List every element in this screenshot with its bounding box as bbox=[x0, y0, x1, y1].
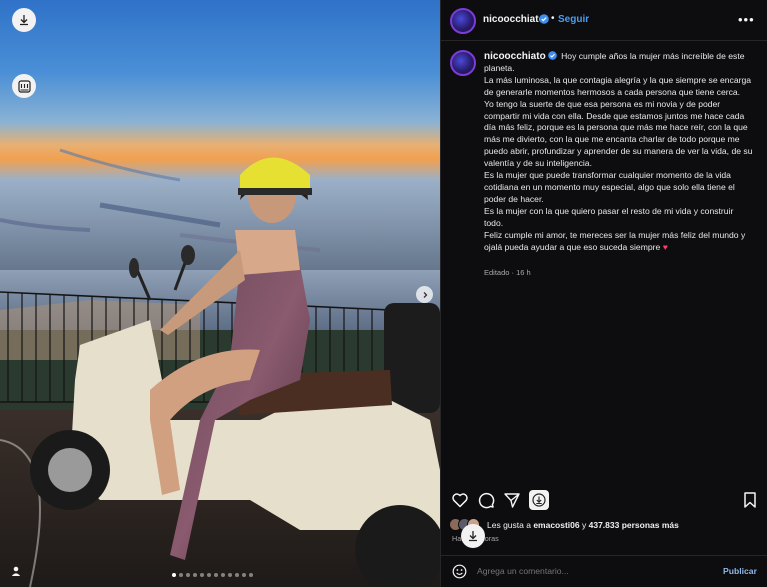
user-tag-icon[interactable] bbox=[10, 565, 22, 577]
carousel-dot bbox=[172, 573, 176, 577]
publish-button[interactable]: Publicar bbox=[723, 566, 757, 576]
likes-count[interactable]: 437.833 personas más bbox=[589, 520, 679, 530]
carousel-dot bbox=[214, 573, 218, 577]
liker-username[interactable]: emacosti06 bbox=[533, 520, 579, 530]
comment-icon[interactable] bbox=[477, 491, 495, 509]
carousel-dot bbox=[179, 573, 183, 577]
download-icon bbox=[532, 493, 546, 507]
carousel-dot bbox=[186, 573, 190, 577]
download-icon bbox=[20, 15, 28, 26]
carousel-dot bbox=[221, 573, 225, 577]
carousel-indicator bbox=[172, 573, 253, 577]
share-icon[interactable] bbox=[503, 491, 521, 509]
follow-button[interactable]: Seguir bbox=[558, 14, 589, 25]
caption-username[interactable]: nicoocchiato bbox=[484, 51, 546, 62]
bookmark-icon[interactable] bbox=[741, 491, 759, 509]
carousel-dot bbox=[242, 573, 246, 577]
floating-download-button[interactable] bbox=[461, 524, 485, 548]
caption-paragraph: La más luminosa, la que contagia alegría… bbox=[484, 74, 752, 97]
carousel-dot bbox=[249, 573, 253, 577]
gallery-button[interactable] bbox=[12, 74, 36, 98]
caption-paragraph: Es la mujer con la que quiero pasar el r… bbox=[484, 205, 734, 228]
next-slide-button[interactable] bbox=[416, 286, 433, 303]
emoji-icon[interactable] bbox=[452, 564, 467, 579]
more-options-icon[interactable]: ••• bbox=[738, 12, 755, 27]
edited-timestamp: Editado · 16 h bbox=[484, 268, 531, 277]
likes-text: Les gusta a emacosti06 y 437.833 persona… bbox=[487, 520, 679, 530]
comment-bar: Publicar bbox=[441, 555, 767, 587]
comment-input[interactable] bbox=[477, 566, 707, 576]
heart-emoji-icon: ♥ bbox=[662, 241, 668, 252]
carousel-dot bbox=[235, 573, 239, 577]
carousel-dot bbox=[193, 573, 197, 577]
heart-icon[interactable] bbox=[451, 491, 469, 509]
verified-badge-icon bbox=[547, 51, 557, 60]
carousel-dot bbox=[207, 573, 211, 577]
username-link[interactable]: nicoocchiato bbox=[483, 14, 545, 25]
download-button[interactable] bbox=[12, 8, 36, 32]
separator-dot: • bbox=[551, 13, 555, 24]
carousel-dot bbox=[200, 573, 204, 577]
action-bar bbox=[441, 486, 767, 516]
caption-paragraph: Es la mujer que puede transformar cualqu… bbox=[484, 170, 735, 204]
download-button[interactable] bbox=[529, 490, 549, 510]
caption-paragraph: Yo tengo la suerte de que esa persona es… bbox=[484, 98, 753, 169]
scooter-photo-image bbox=[0, 0, 440, 587]
caption-text: nicoocchiato Hoy cumple años la mujer má… bbox=[484, 51, 754, 253]
avatar[interactable] bbox=[450, 8, 476, 34]
carousel-dot bbox=[228, 573, 232, 577]
verified-badge-icon bbox=[539, 14, 549, 24]
post-photo[interactable] bbox=[0, 0, 440, 587]
caption-avatar[interactable] bbox=[450, 50, 476, 76]
gallery-icon bbox=[17, 79, 31, 93]
post-header: nicoocchiato • Seguir ••• bbox=[441, 0, 767, 41]
post-details-panel: nicoocchiato • Seguir ••• nicoocchiato H… bbox=[440, 0, 767, 587]
download-icon bbox=[469, 531, 477, 542]
caption-paragraph: Feliz cumple mi amor, te mereces ser la … bbox=[484, 229, 746, 252]
caption-section: nicoocchiato Hoy cumple años la mujer má… bbox=[441, 42, 767, 482]
likes-summary[interactable]: Les gusta a emacosti06 y 437.833 persona… bbox=[449, 518, 749, 532]
chevron-right-icon bbox=[423, 291, 427, 298]
